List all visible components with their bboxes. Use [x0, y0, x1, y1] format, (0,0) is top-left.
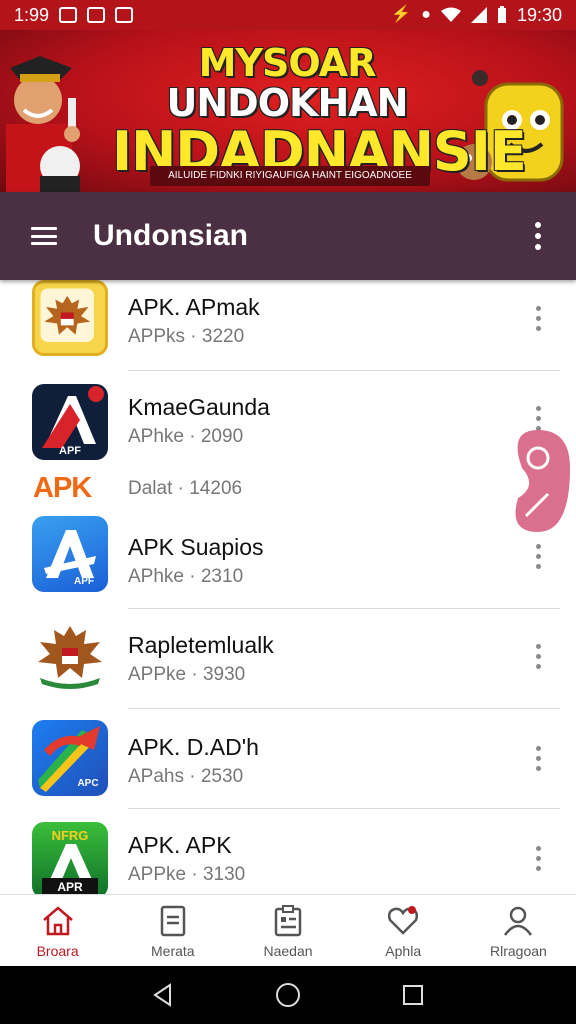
app-name: Rapletemlualk: [128, 632, 274, 658]
list-item[interactable]: NFRG APR APK. APK APPke · 3130: [0, 820, 576, 894]
status-time-right: 19:30: [516, 4, 562, 25]
list-item[interactable]: APF KmaeGaunda APhke · 2090: [0, 380, 576, 470]
cartoon-man-illustration: [6, 56, 80, 192]
battery-icon: [497, 6, 506, 23]
document-icon: [160, 905, 186, 937]
floating-bubble-button[interactable]: [508, 428, 570, 532]
home-circle-icon[interactable]: [275, 982, 301, 1008]
app-name: KmaeGaunda: [128, 394, 270, 420]
nav-label: Naedan: [263, 943, 313, 959]
list-item[interactable]: APC APK. D.AD'h APahs · 2530: [0, 720, 576, 810]
wifi-icon: [440, 7, 461, 22]
apk-red-icon: APF: [32, 384, 108, 460]
row-overflow-button[interactable]: [524, 738, 552, 778]
divider: [128, 708, 560, 709]
banner-line1-b: UNDOKHAN: [166, 80, 409, 125]
sync-icon: ●: [421, 6, 431, 23]
app-subtitle: APPks · 3220: [128, 326, 245, 347]
notification-icon: [87, 7, 106, 23]
icon-label: APC: [77, 778, 98, 789]
nav-item-profile[interactable]: Rlragoan: [461, 895, 576, 966]
system-navigation-bar: [0, 966, 576, 1024]
home-icon: [42, 906, 73, 936]
notification-icon: [115, 7, 134, 23]
row-overflow-button[interactable]: [524, 298, 552, 338]
more-vert-icon: [535, 305, 541, 331]
bottom-navigation: Broara Merata Naedan Aphla Rlragoan: [0, 894, 576, 966]
nav-item-favorites[interactable]: Aphla: [346, 895, 461, 966]
clipboard-icon: [274, 905, 302, 937]
icon-label: APF: [59, 445, 81, 457]
more-vert-icon: [535, 222, 541, 250]
signal-icon: [470, 7, 487, 23]
icon-label: NFRG: [52, 828, 89, 843]
app-list: APK. APmak APPks · 3220 APF KmaeGaunda A…: [0, 280, 576, 894]
row-overflow-button[interactable]: [524, 636, 552, 676]
nav-item-home[interactable]: Broara: [0, 895, 115, 966]
overflow-menu-button[interactable]: [500, 192, 576, 280]
ad-subtitle: Dalat · 14206: [128, 478, 243, 499]
list-item[interactable]: APK. APmak APPks · 3220: [0, 280, 576, 370]
app-title: Undonsian: [93, 219, 248, 252]
nav-item-clipboard[interactable]: Naedan: [230, 895, 345, 966]
app-subtitle: APPke · 3930: [128, 664, 246, 685]
back-icon[interactable]: [150, 982, 176, 1008]
app-subtitle: APhke · 2310: [128, 566, 244, 587]
nav-label: Broara: [36, 943, 79, 959]
icon-label: APF: [74, 576, 94, 587]
row-overflow-button[interactable]: [524, 838, 552, 878]
hamburger-icon: [31, 227, 57, 245]
app-subtitle: APPke · 3130: [128, 864, 246, 885]
nav-label: Rlragoan: [490, 943, 547, 959]
more-vert-icon: [535, 405, 541, 431]
app-name: APK. D.AD'h: [128, 734, 259, 760]
status-bar: 1:99 ⚡ ● 19:30: [0, 0, 576, 30]
icon-label: APR: [57, 880, 83, 894]
app-name: APK Suapios: [128, 534, 264, 560]
vibrate-icon: ⚡: [391, 6, 412, 23]
garuda-green-icon: [32, 618, 108, 694]
apk-ad-tag[interactable]: APK: [33, 472, 92, 505]
app-screen: 1:99 ⚡ ● 19:30 MYSOAR UNDOKHAN INDADNANS…: [0, 0, 576, 1024]
app-subtitle: APahs · 2530: [128, 766, 244, 787]
banner-subtitle: AILUIDE FIDNKI RIYIGAUFIGA HAINT EIGOADN…: [150, 166, 430, 186]
apk-rainbow-icon: APC: [32, 720, 108, 796]
divider: [128, 608, 560, 609]
divider: [128, 370, 560, 371]
app-name: APK. APK: [128, 832, 232, 858]
app-name: APK. APmak: [128, 294, 260, 320]
nav-label: Aphla: [385, 943, 422, 959]
apk-blue-icon: APF: [32, 516, 108, 592]
person-icon: [504, 906, 533, 936]
list-item[interactable]: APF APK Suapios APhke · 2310: [0, 516, 576, 606]
more-vert-icon: [535, 845, 541, 871]
more-vert-icon: [535, 543, 541, 569]
apk-green-icon: NFRG APR: [32, 822, 108, 894]
status-time-left: 1:99: [14, 4, 50, 25]
garuda-icon: [32, 280, 108, 356]
list-item[interactable]: Rapletemlualk APPke · 3930: [0, 618, 576, 708]
notification-icon: [59, 7, 78, 23]
row-overflow-button[interactable]: [524, 536, 552, 576]
nav-label: Merata: [151, 943, 195, 959]
more-vert-icon: [535, 643, 541, 669]
app-bar: Undonsian: [0, 192, 576, 280]
banner-line1-a: MYSOAR: [198, 41, 377, 85]
recents-icon[interactable]: [400, 982, 426, 1008]
menu-button[interactable]: [0, 192, 88, 280]
more-vert-icon: [535, 745, 541, 771]
app-subtitle: APhke · 2090: [128, 426, 244, 447]
heart-icon: [388, 906, 419, 935]
promo-banner[interactable]: MYSOAR UNDOKHAN INDADNANSIE AILUIDE FIDN…: [0, 30, 576, 192]
nav-item-document[interactable]: Merata: [115, 895, 230, 966]
divider: [128, 808, 560, 809]
banner-headline: MYSOAR UNDOKHAN INDADNANSIE: [112, 41, 527, 180]
